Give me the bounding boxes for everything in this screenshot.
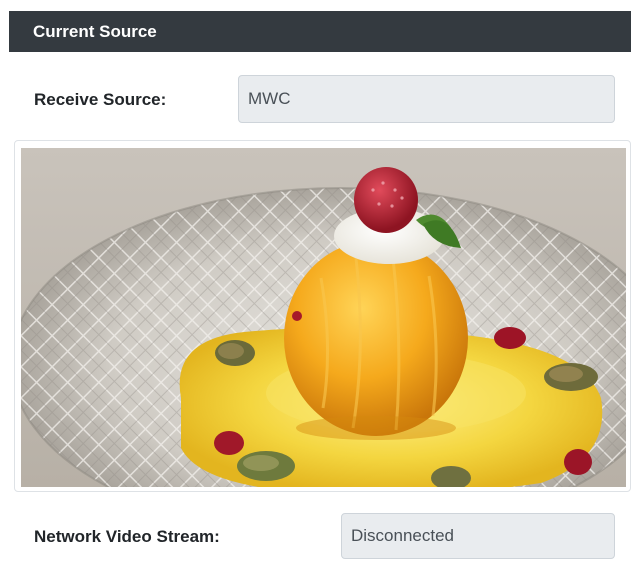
panel-header: Current Source — [9, 11, 631, 52]
video-preview — [21, 148, 626, 487]
network-stream-field: Disconnected — [341, 513, 615, 559]
panel-title: Current Source — [33, 21, 157, 41]
receive-source-row: Receive Source: — [34, 88, 166, 112]
receive-source-field: MWC — [238, 75, 615, 123]
receive-source-value: MWC — [248, 89, 291, 108]
network-stream-row: Network Video Stream: — [34, 525, 220, 549]
network-stream-value: Disconnected — [351, 526, 455, 545]
receive-source-label: Receive Source: — [34, 90, 167, 109]
video-frame-image — [21, 148, 626, 487]
network-stream-label: Network Video Stream: — [34, 527, 220, 546]
